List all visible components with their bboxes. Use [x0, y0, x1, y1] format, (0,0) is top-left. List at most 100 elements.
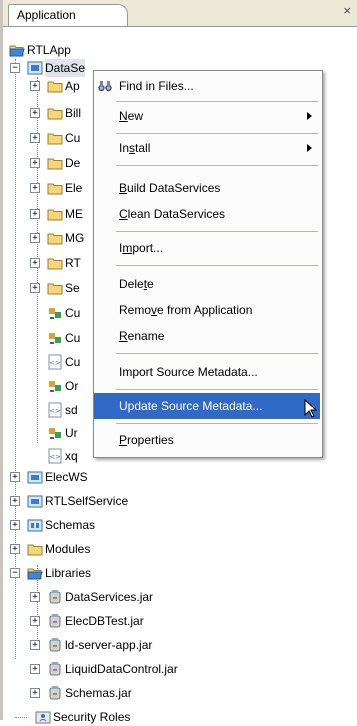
expand-icon[interactable]: + — [30, 108, 40, 118]
menu-item-label: ename — [127, 329, 165, 343]
menu-item-label: uild DataServices — [127, 181, 221, 195]
expand-icon[interactable]: + — [30, 258, 40, 268]
tree-node-label: Ap — [65, 79, 80, 93]
tree-node-label: Libraries — [45, 566, 92, 580]
menu-item-label: tall — [135, 141, 151, 155]
tree-node-label: Cu — [65, 306, 81, 320]
xml-file-icon: <> — [48, 402, 62, 418]
menu-separator — [116, 165, 318, 166]
mouse-cursor-icon — [304, 399, 318, 418]
tree-node-label: ElecWS — [45, 470, 88, 484]
expand-icon[interactable]: + — [10, 520, 20, 530]
expand-icon[interactable]: + — [30, 640, 40, 650]
tree-node-label: Cu — [65, 331, 81, 345]
menu-separator — [116, 265, 318, 266]
project-icon — [27, 61, 43, 75]
expand-icon[interactable]: + — [30, 688, 40, 698]
menu-item-update-source-metadata[interactable]: Update Source Metadata... — [94, 393, 320, 419]
expand-icon[interactable]: + — [30, 209, 40, 219]
menu-separator — [116, 101, 318, 102]
menu-item-label: e from Application — [157, 303, 253, 317]
tree-node-label: Cu — [65, 131, 81, 145]
menu-item-properties[interactable]: Properties — [94, 427, 320, 453]
jar-icon — [49, 590, 61, 604]
menu-item-delete[interactable]: Delete — [94, 271, 320, 297]
schema-icon — [27, 519, 43, 532]
jar-icon — [49, 662, 61, 676]
expand-icon[interactable]: + — [30, 81, 40, 91]
menu-item-remove-from-application[interactable]: Remove from Application — [94, 297, 320, 323]
menu-item-label: port... — [132, 241, 164, 255]
menu-item-label: Dele — [119, 277, 144, 291]
menu-item-clean-dataservices[interactable]: Clean DataServices — [94, 201, 320, 227]
menu-separator — [116, 423, 318, 424]
project-icon — [27, 471, 43, 484]
collapse-icon[interactable]: − — [10, 568, 20, 578]
folder-open-icon — [27, 568, 43, 580]
folder-icon — [47, 108, 63, 120]
jar-icon — [49, 638, 61, 652]
project-icon — [27, 495, 43, 508]
tree-node-label: DataSe — [45, 59, 86, 77]
tree-node-label: DataServices.jar — [65, 590, 154, 604]
tree-node-label: Security Roles — [53, 710, 131, 724]
tree-node-label: RTLSelfService — [45, 494, 129, 508]
folder-icon — [47, 233, 63, 245]
menu-separator — [116, 231, 318, 232]
tree-node-label: LiquidDataControl.jar — [65, 662, 178, 676]
close-icon[interactable]: × — [343, 3, 351, 18]
expand-icon[interactable]: + — [10, 472, 20, 482]
menu-item-build-dataservices[interactable]: Build DataServices — [94, 175, 320, 201]
tree-node-label: Se — [65, 281, 80, 295]
tree-node-label: Modules — [45, 542, 91, 556]
tree-node-label: ElecDBTest.jar — [65, 614, 144, 628]
menu-item-label: Update Source Metadata... — [119, 399, 263, 413]
menu-item-install[interactable]: Install — [94, 135, 320, 161]
expand-icon[interactable]: + — [30, 183, 40, 193]
menu-item-mnemonic: R — [119, 329, 128, 343]
menu-item-label: ew — [127, 109, 144, 123]
menu-item-label: Find in Files... — [119, 79, 194, 93]
collapse-icon[interactable]: − — [10, 63, 20, 73]
folder-icon — [47, 183, 63, 195]
expand-icon[interactable]: + — [30, 233, 40, 243]
menu-item-mnemonic: B — [119, 181, 128, 195]
menu-item-mnemonic: N — [119, 109, 128, 123]
menu-item-label: In — [119, 141, 130, 155]
menu-item-label: Import Source Metadata... — [119, 365, 258, 379]
expand-icon[interactable]: + — [10, 496, 20, 506]
tree-node-label: RT — [65, 256, 81, 270]
menu-item-find-in-files[interactable]: Find in Files... — [94, 73, 320, 99]
tree-node-label: Ur — [65, 426, 78, 440]
tree-guide-line — [15, 717, 27, 718]
submenu-arrow-icon — [307, 144, 312, 152]
menu-item-rename[interactable]: Rename — [94, 323, 320, 349]
svg-text:<>: <> — [49, 407, 61, 415]
expand-icon[interactable]: + — [30, 664, 40, 674]
folder-icon — [47, 133, 63, 145]
menu-item-new[interactable]: New — [94, 103, 320, 129]
tree-node-label: Cu — [65, 355, 81, 369]
tab-application[interactable]: Application — [8, 4, 128, 26]
menu-item-label: e — [147, 277, 154, 291]
security-roles-icon — [35, 711, 51, 724]
menu-separator — [116, 133, 318, 134]
expand-icon[interactable]: + — [10, 544, 20, 554]
dataservice-file-icon — [49, 428, 61, 439]
expand-icon[interactable]: + — [30, 283, 40, 293]
menu-item-mnemonic: m — [122, 241, 133, 255]
menu-item-label: Remo — [119, 303, 152, 317]
menu-item-import-source-metadata[interactable]: Import Source Metadata... — [94, 359, 320, 385]
expand-icon[interactable]: + — [30, 158, 40, 168]
svg-text:<>: <> — [49, 359, 61, 367]
menu-item-import[interactable]: Import... — [94, 235, 320, 261]
jar-icon — [49, 614, 61, 628]
dataservice-file-icon — [49, 308, 61, 319]
tree-node-label: RTLApp — [27, 43, 71, 57]
folder-open-icon — [9, 45, 25, 57]
dataservice-file-icon — [49, 381, 61, 392]
expand-icon[interactable]: + — [30, 616, 40, 626]
submenu-arrow-icon — [307, 112, 312, 120]
expand-icon[interactable]: + — [30, 133, 40, 143]
expand-icon[interactable]: + — [30, 592, 40, 602]
